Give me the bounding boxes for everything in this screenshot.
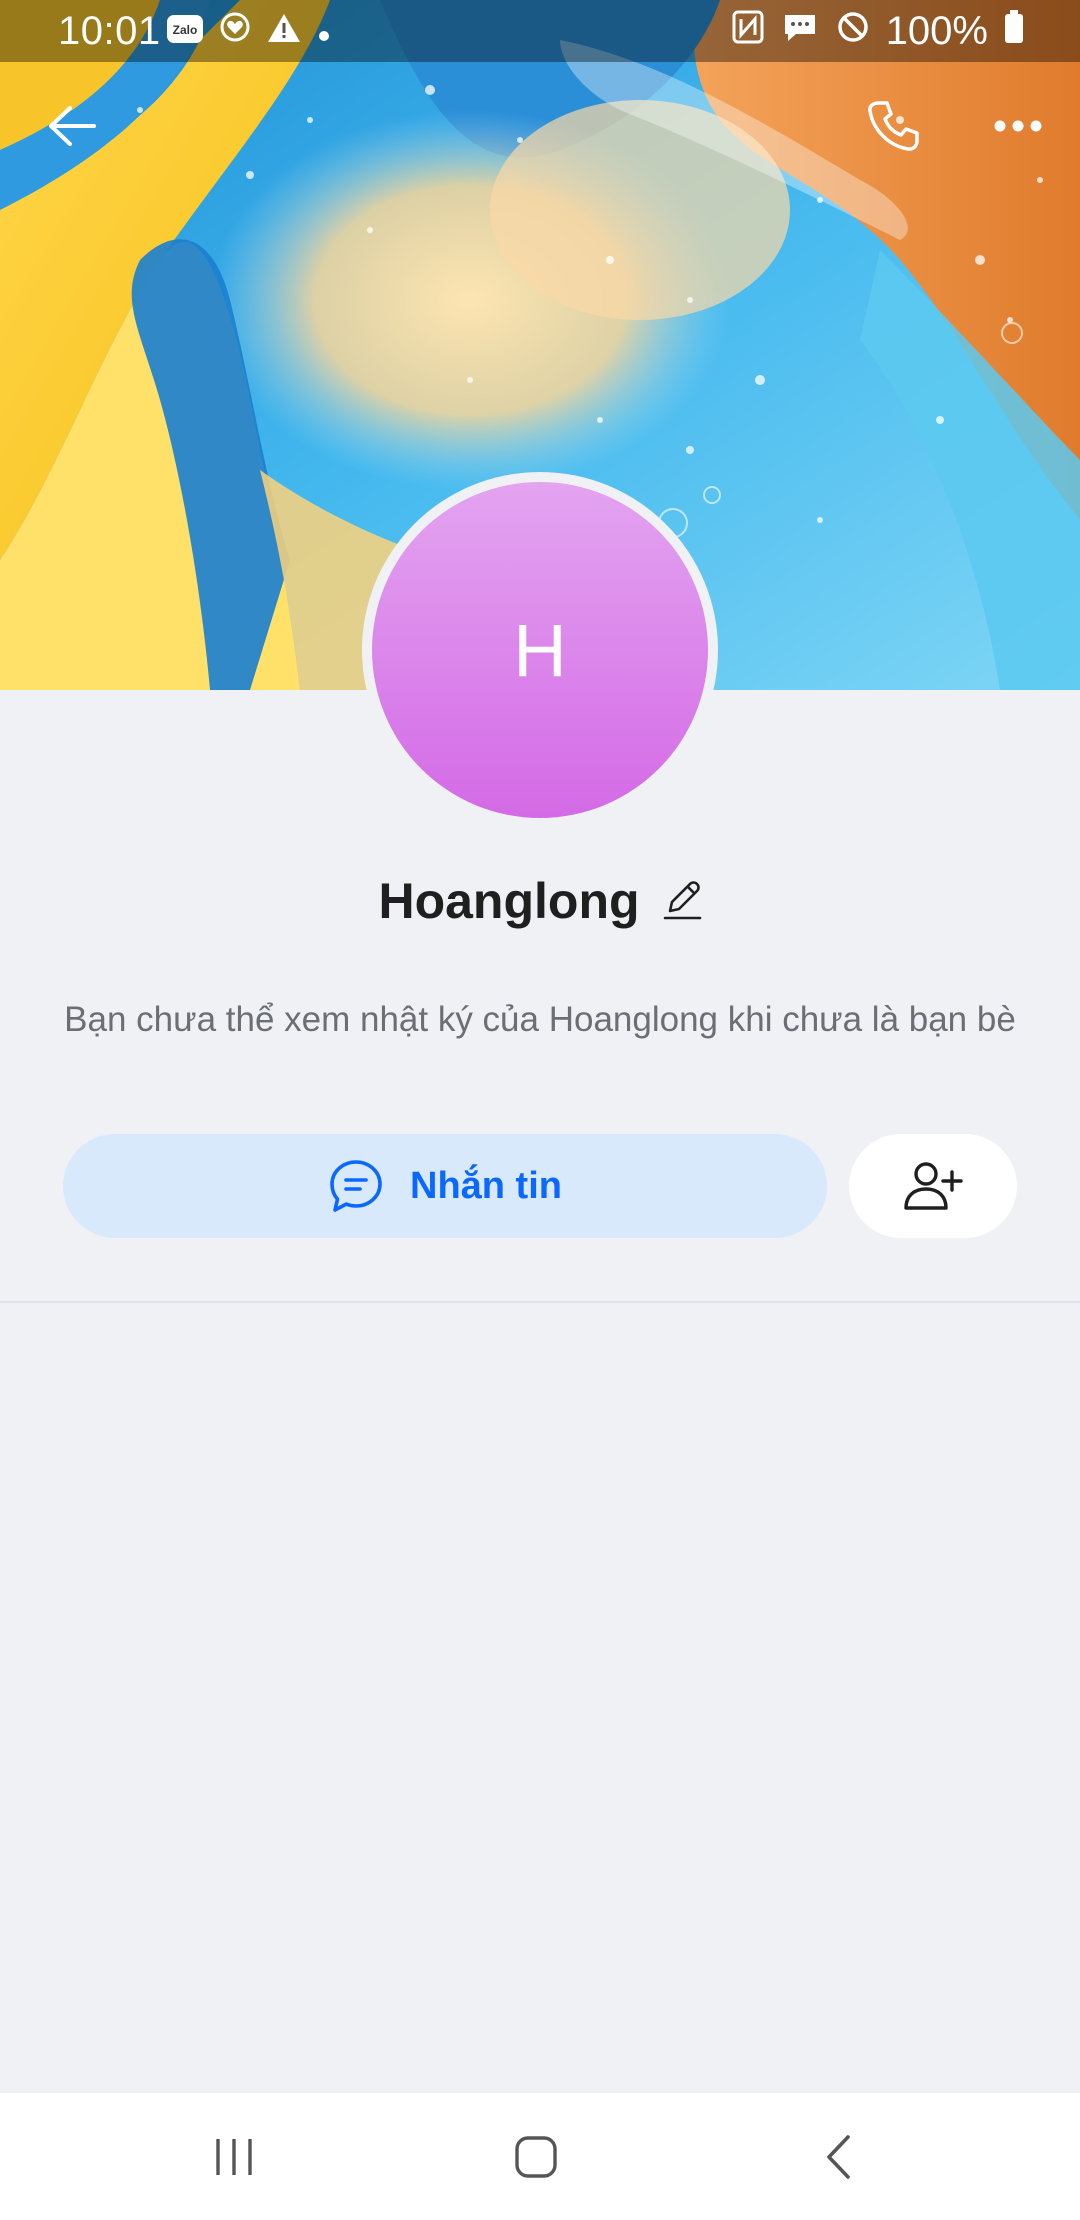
edit-name-button[interactable]: [662, 877, 702, 926]
more-options-button[interactable]: [970, 78, 1066, 174]
profile-name: Hoanglong: [378, 873, 640, 929]
do-not-disturb-icon: [836, 9, 870, 54]
back-button[interactable]: [24, 78, 120, 174]
status-bar: 10:01 Zalo 100%: [0, 0, 1080, 62]
section-divider: [0, 1301, 1080, 1303]
status-time: 10:01: [58, 9, 161, 53]
notification-icons: Zalo: [166, 12, 332, 50]
chat-bubble-icon: [330, 1160, 382, 1212]
avatar[interactable]: H: [372, 482, 708, 818]
recent-apps-button[interactable]: [174, 2109, 294, 2205]
warning-icon: [266, 9, 302, 54]
nav-back-button[interactable]: [778, 2109, 898, 2205]
add-user-icon: [904, 1162, 963, 1210]
diary-privacy-notice: Bạn chưa thể xem nhật ký của Hoanglong k…: [64, 1000, 1016, 1039]
recent-apps-icon: [216, 2139, 252, 2175]
heart-sync-icon: [218, 9, 252, 54]
avatar-initial: H: [513, 608, 567, 692]
system-navigation-bar: [0, 2093, 1080, 2220]
profile-name-row: Hoanglong: [0, 872, 1080, 930]
message-icon: [782, 9, 818, 54]
send-message-button[interactable]: Nhắn tin: [63, 1134, 827, 1238]
home-icon: [515, 2136, 557, 2178]
call-button[interactable]: [845, 78, 941, 174]
nfc-icon: [732, 9, 764, 54]
svg-text:Zalo: Zalo: [173, 23, 198, 37]
system-status: 100%: [732, 9, 1024, 54]
more-icon: [994, 120, 1042, 132]
dot-icon: [316, 9, 332, 54]
back-arrow-icon: [49, 106, 96, 146]
pencil-icon: [663, 880, 701, 919]
battery-percent: 100%: [885, 9, 988, 53]
zalo-icon: Zalo: [166, 9, 204, 54]
send-message-label: Nhắn tin: [410, 1164, 562, 1207]
add-friend-button[interactable]: [849, 1134, 1017, 1238]
battery-icon: [1004, 9, 1024, 54]
back-icon: [827, 2135, 850, 2179]
phone-icon: [868, 101, 919, 151]
home-button[interactable]: [476, 2109, 596, 2205]
